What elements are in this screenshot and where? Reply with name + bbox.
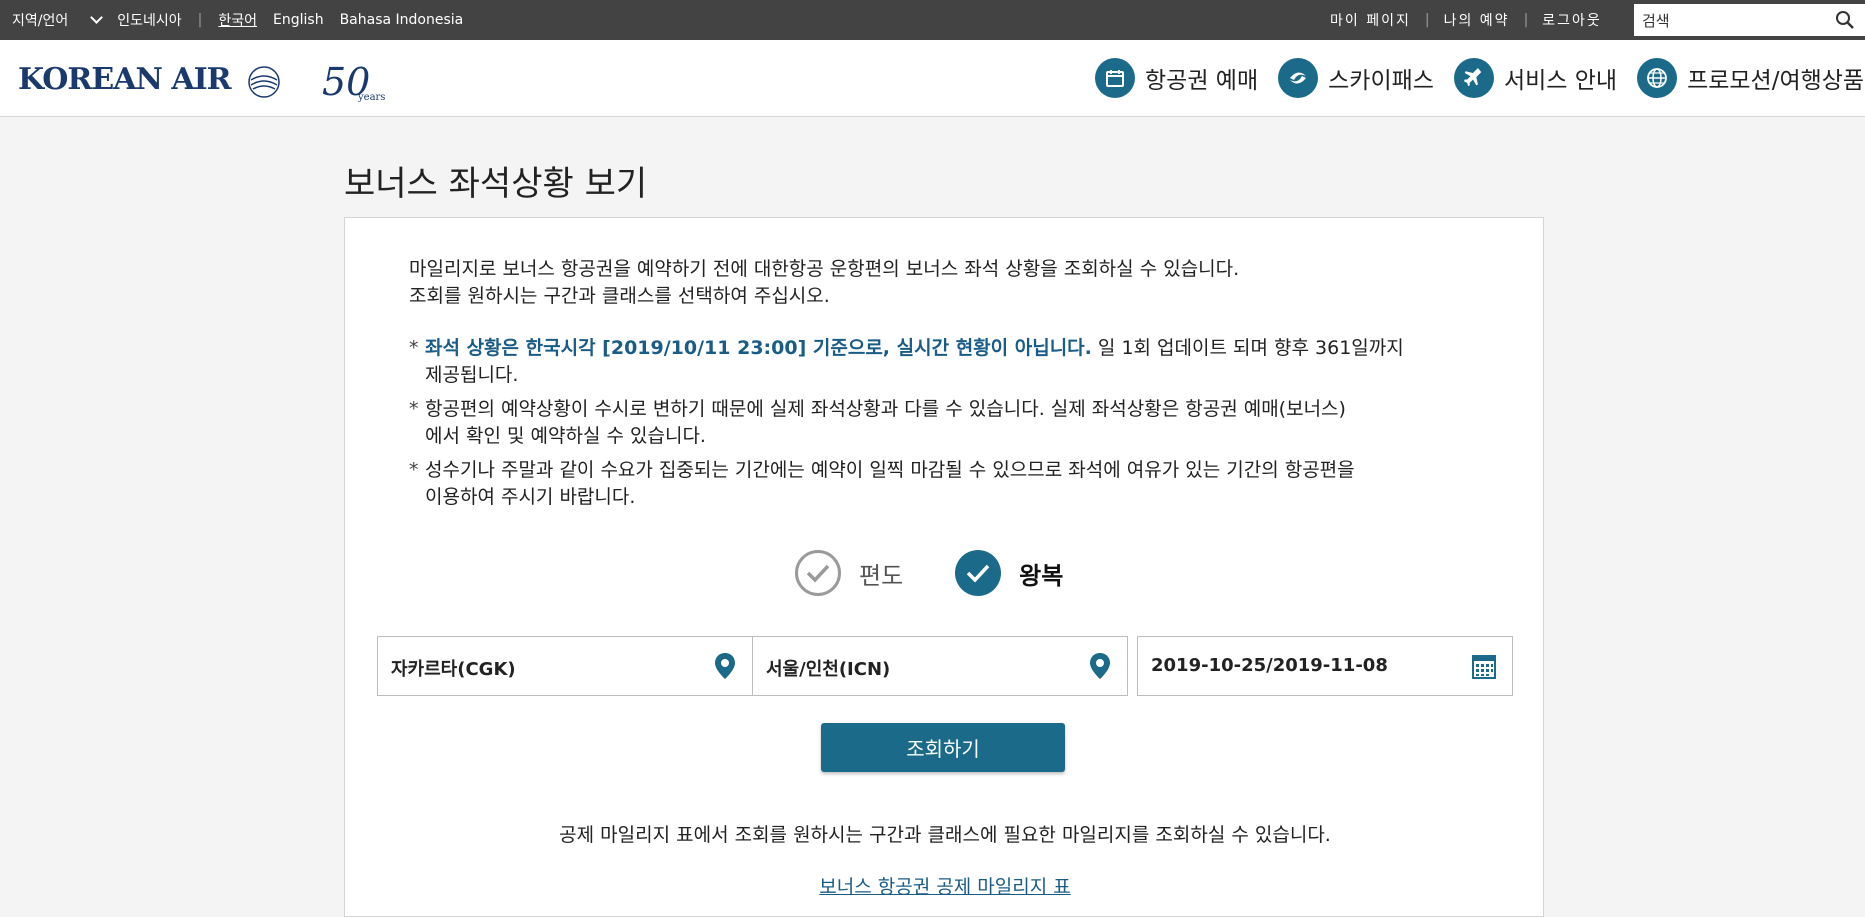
my-page-link[interactable]: 마이 페이지 bbox=[1330, 10, 1411, 30]
calendar-icon bbox=[1472, 655, 1496, 679]
country-link[interactable]: 인도네시아 bbox=[117, 10, 181, 30]
note-item: * 좌석 상황은 한국시각 [2019/10/11 23:00] 기준으로, 실… bbox=[409, 337, 1404, 386]
mileage-chart-link[interactable]: 보너스 항공권 공제 마일리지 표 bbox=[345, 872, 1545, 899]
search-button[interactable]: 조회하기 bbox=[821, 723, 1065, 772]
main-nav: 항공권 예매 스카이패스 서비스 안내 프로모션/여행상품 bbox=[1095, 56, 1865, 100]
origin-field[interactable]: 자카르타(CGK) bbox=[377, 636, 753, 696]
korean-air-logo[interactable]: KOREAN AIR bbox=[18, 62, 232, 97]
logout-link[interactable]: 로그아웃 bbox=[1542, 10, 1602, 30]
calendar-icon bbox=[1095, 58, 1135, 98]
check-icon bbox=[955, 550, 1002, 596]
region-language-selector[interactable]: 지역/언어 bbox=[12, 10, 104, 30]
search-input[interactable] bbox=[1634, 4, 1834, 38]
nav-label: 스카이패스 bbox=[1328, 68, 1434, 94]
nav-label: 프로모션/여행상품 bbox=[1687, 68, 1865, 94]
account-links: 마이 페이지 | 나의 예약 | 로그아웃 bbox=[1330, 0, 1602, 40]
destination-field[interactable]: 서울/인천(ICN) bbox=[752, 636, 1128, 696]
location-pin-icon bbox=[715, 653, 735, 679]
language-region-group: 지역/언어 인도네시아 | 한국어 English Bahasa Indones… bbox=[12, 0, 479, 40]
trip-type-selector: 편도 왕복 bbox=[795, 548, 1115, 598]
utility-bar: 지역/언어 인도네시아 | 한국어 English Bahasa Indones… bbox=[0, 0, 1865, 40]
search-box bbox=[1634, 4, 1865, 38]
divider: | bbox=[1424, 12, 1430, 28]
page-title: 보너스 좌석상황 보기 bbox=[344, 164, 648, 204]
chevron-down-icon bbox=[90, 11, 104, 24]
date-field[interactable]: 2019-10-25/2019-11-08 bbox=[1137, 636, 1513, 696]
bonus-seat-card: 마일리지로 보너스 항공권을 예약하기 전에 대한항공 운항편의 보너스 좌석 … bbox=[344, 217, 1544, 917]
note-item: * 항공편의 예약상황이 수시로 변하기 때문에 실제 좌석상황과 다를 수 있… bbox=[409, 398, 1346, 447]
my-booking-link[interactable]: 나의 예약 bbox=[1444, 10, 1510, 30]
nav-item-promotions[interactable]: 프로모션/여행상품 bbox=[1637, 58, 1864, 98]
destination-value: 서울/인천(ICN) bbox=[766, 659, 891, 680]
airplane-icon bbox=[1453, 58, 1494, 98]
trip-oneway-option[interactable]: 편도 bbox=[795, 550, 903, 596]
note-highlight: 좌석 상황은 한국시각 [2019/10/11 23:00] 기준으로, 실시간… bbox=[425, 337, 1092, 359]
anniversary-logo: 50 years bbox=[322, 60, 386, 104]
origin-value: 자카르타(CGK) bbox=[391, 659, 516, 680]
trip-roundtrip-option[interactable]: 왕복 bbox=[955, 550, 1063, 596]
nav-item-services[interactable]: 서비스 안내 bbox=[1453, 58, 1618, 98]
nav-item-skypass[interactable]: 스카이패스 bbox=[1278, 58, 1434, 98]
skyteam-logo-icon bbox=[248, 66, 280, 98]
nav-item-booking[interactable]: 항공권 예매 bbox=[1095, 58, 1258, 98]
search-icon[interactable] bbox=[1835, 10, 1855, 30]
nav-label: 서비스 안내 bbox=[1503, 68, 1618, 94]
mileage-info-text: 공제 마일리지 표에서 조회를 원하시는 구간과 클래스에 필요한 마일리지를 … bbox=[559, 824, 1331, 846]
main-header: KOREAN AIR 50years 항공권 예매 스카이패스 서비스 안내 bbox=[0, 40, 1865, 117]
trip-roundtrip-label: 왕복 bbox=[1019, 561, 1064, 590]
intro-text: 마일리지로 보너스 항공권을 예약하기 전에 대한항공 운항편의 보너스 좌석 … bbox=[409, 258, 1240, 307]
nav-label: 항공권 예매 bbox=[1145, 68, 1259, 94]
divider: | bbox=[1523, 12, 1529, 28]
skypass-icon bbox=[1278, 58, 1319, 98]
lang-korean-link[interactable]: 한국어 bbox=[218, 10, 257, 30]
note-item: * 성수기나 주말과 같이 수요가 집중되는 기간에는 예약이 일찍 마감될 수… bbox=[409, 459, 1355, 508]
date-value: 2019-10-25/2019-11-08 bbox=[1151, 655, 1388, 676]
lang-english-link[interactable]: English bbox=[273, 12, 324, 28]
trip-oneway-label: 편도 bbox=[859, 561, 904, 590]
check-icon bbox=[795, 550, 841, 596]
globe-icon bbox=[1637, 58, 1678, 98]
location-pin-icon bbox=[1090, 653, 1110, 679]
notes-list: * 좌석 상황은 한국시각 [2019/10/11 23:00] 기준으로, 실… bbox=[409, 335, 1469, 518]
lang-bahasa-link[interactable]: Bahasa Indonesia bbox=[340, 12, 464, 28]
divider: | bbox=[197, 12, 203, 28]
